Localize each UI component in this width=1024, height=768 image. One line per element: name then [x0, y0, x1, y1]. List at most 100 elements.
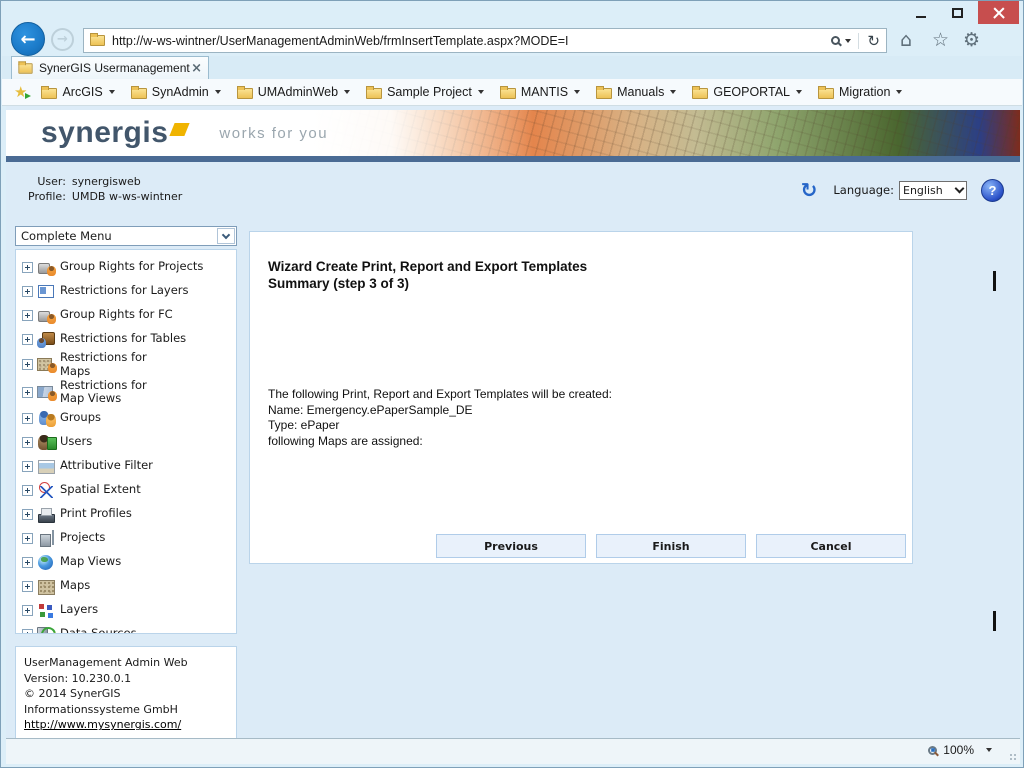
- table-user-icon: [37, 331, 57, 348]
- minimize-button[interactable]: [906, 1, 936, 24]
- tree-scroll-up[interactable]: [992, 271, 1006, 285]
- tree-item[interactable]: Layers: [22, 598, 236, 622]
- tree-item[interactable]: Users: [22, 430, 236, 454]
- refresh-language-icon[interactable]: ↻: [801, 178, 818, 202]
- favorite-label: MANTIS: [521, 85, 568, 99]
- favorites-icon[interactable]: ☆: [932, 29, 949, 51]
- favorites-bar-item[interactable]: Sample Project: [366, 85, 484, 99]
- tree-item[interactable]: Maps: [22, 574, 236, 598]
- finish-button[interactable]: Finish: [596, 534, 746, 558]
- cancel-button[interactable]: Cancel: [756, 534, 906, 558]
- expand-icon[interactable]: [22, 310, 33, 321]
- map-user-icon: [37, 356, 57, 373]
- search-dropdown-icon[interactable]: [845, 39, 851, 43]
- about-link[interactable]: http://www.mysynergis.com/: [24, 718, 181, 731]
- close-icon: [992, 6, 1006, 20]
- tree-item-label: Restrictions for Maps: [60, 351, 212, 379]
- chevron-down-icon: [478, 90, 484, 94]
- chevron-down-icon: [215, 90, 221, 94]
- tree-item[interactable]: Restrictions for Layers: [22, 279, 236, 303]
- previous-button[interactable]: Previous: [436, 534, 586, 558]
- expand-icon[interactable]: [22, 437, 33, 448]
- expand-icon[interactable]: [22, 581, 33, 592]
- back-button[interactable]: ←: [11, 22, 45, 56]
- tree-item[interactable]: Attributive Filter: [22, 454, 236, 478]
- zoom-dropdown-icon[interactable]: [986, 748, 992, 752]
- menu-mode-value: Complete Menu: [21, 229, 217, 243]
- expand-icon[interactable]: [22, 509, 33, 520]
- favorites-bar-item[interactable]: MANTIS: [500, 85, 580, 99]
- expand-icon[interactable]: [22, 413, 33, 424]
- about-copyright: © 2014 SynerGIS: [24, 686, 230, 702]
- favorite-label: ArcGIS: [62, 85, 102, 99]
- forward-button[interactable]: →: [51, 28, 74, 51]
- expand-icon[interactable]: [22, 485, 33, 496]
- tree-item[interactable]: Restrictions for Map Views: [22, 379, 236, 407]
- tree-item[interactable]: Restrictions for Maps: [22, 351, 236, 379]
- home-icon[interactable]: ⌂: [900, 29, 912, 51]
- expand-icon[interactable]: [22, 629, 33, 634]
- maximize-button[interactable]: [942, 1, 972, 24]
- tree-item[interactable]: Group Rights for Projects: [22, 255, 236, 279]
- close-button[interactable]: [978, 1, 1019, 24]
- favorites-bar-item[interactable]: SynAdmin: [131, 85, 221, 99]
- language-select[interactable]: English: [899, 181, 967, 200]
- zoom-level: 100%: [943, 743, 974, 757]
- favorites-bar-item[interactable]: UMAdminWeb: [237, 85, 350, 99]
- printer-icon: [37, 506, 57, 523]
- expand-icon[interactable]: [22, 334, 33, 345]
- tree-item-label: Print Profiles: [60, 507, 212, 521]
- tree-scroll-down[interactable]: [992, 611, 1006, 625]
- chevron-down-icon: [344, 90, 350, 94]
- favorites-bar-item[interactable]: ArcGIS: [41, 85, 114, 99]
- favorite-label: Manuals: [617, 85, 664, 99]
- status-bar: 100%: [6, 738, 1020, 764]
- favorites-bar-item[interactable]: GEOPORTAL: [692, 85, 802, 99]
- tree-item[interactable]: Map Views: [22, 550, 236, 574]
- favorites-bar: ★ ArcGIS SynAdmin UMAdminWeb Sample: [2, 79, 1022, 106]
- expand-icon[interactable]: [22, 533, 33, 544]
- url-input[interactable]: [112, 34, 831, 48]
- expand-icon[interactable]: [22, 387, 33, 398]
- tree-item[interactable]: Group Rights for FC: [22, 303, 236, 327]
- chevron-down-icon: [109, 90, 115, 94]
- page-icon: [90, 35, 105, 46]
- expand-icon[interactable]: [22, 359, 33, 370]
- resize-grip[interactable]: [1009, 753, 1017, 761]
- expand-icon[interactable]: [22, 605, 33, 616]
- help-button[interactable]: ?: [981, 179, 1004, 202]
- favorites-bar-item[interactable]: Migration: [818, 85, 902, 99]
- tree-item[interactable]: Groups: [22, 406, 236, 430]
- tree-item[interactable]: Data Sources: [22, 622, 236, 634]
- profile-value: UMDB w-ws-wintner: [72, 190, 182, 203]
- favorites-bar-item[interactable]: Manuals: [596, 85, 676, 99]
- tab-close-icon[interactable]: ×: [191, 61, 202, 76]
- tree-item[interactable]: Print Profiles: [22, 502, 236, 526]
- refresh-icon[interactable]: ↻: [867, 32, 880, 50]
- expand-icon[interactable]: [22, 557, 33, 568]
- synergis-logo: synergis: [41, 116, 187, 150]
- gear-icon[interactable]: ⚙: [963, 29, 980, 51]
- expand-icon[interactable]: [22, 461, 33, 472]
- forward-arrow-icon: →: [57, 32, 68, 47]
- address-bar[interactable]: ↻: [83, 28, 887, 53]
- groups-icon: [37, 410, 57, 427]
- select-arrow-box[interactable]: [217, 228, 235, 244]
- chevron-down-icon: [796, 90, 802, 94]
- tree-item[interactable]: Restrictions for Tables: [22, 327, 236, 351]
- zoom-magnifier-icon: [928, 746, 937, 755]
- add-favorite-icon[interactable]: ★: [14, 83, 27, 101]
- expand-icon[interactable]: [22, 262, 33, 273]
- search-icon[interactable]: [831, 36, 840, 45]
- folder-icon: [237, 88, 253, 99]
- tree-item-label: Maps: [60, 579, 212, 593]
- summary-line: Name: Emergency.ePaperSample_DE: [268, 403, 612, 419]
- menu-mode-select[interactable]: Complete Menu: [15, 226, 237, 246]
- tree-item[interactable]: Spatial Extent: [22, 478, 236, 502]
- zoom-control[interactable]: 100%: [928, 743, 992, 757]
- tab-synergis-usermanagement[interactable]: SynerGIS Usermanagement ... ×: [11, 56, 209, 79]
- tree-item[interactable]: Projects: [22, 526, 236, 550]
- summary-line: Type: ePaper: [268, 418, 612, 434]
- attributive-filter-icon: [37, 458, 57, 475]
- expand-icon[interactable]: [22, 286, 33, 297]
